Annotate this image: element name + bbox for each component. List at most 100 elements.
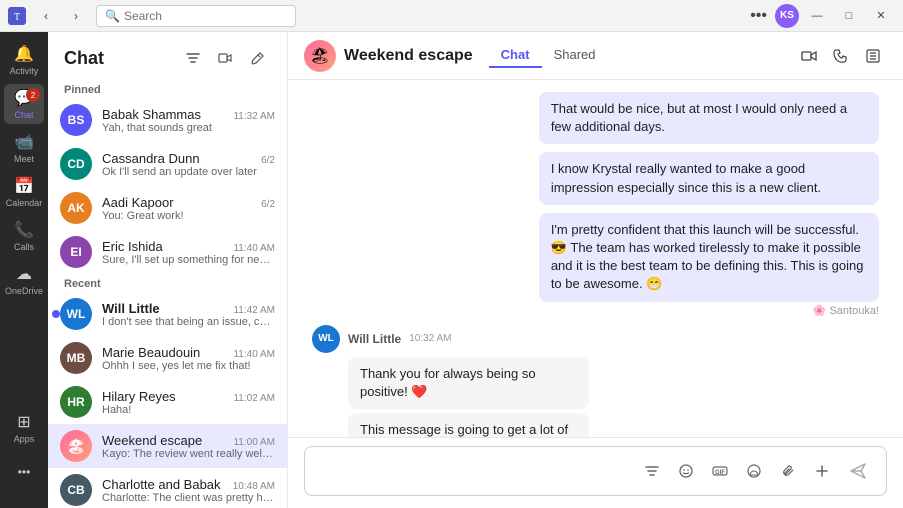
chat-name: Eric Ishida (102, 239, 163, 254)
sidebar-item-chat[interactable]: 2 💬 Chat (4, 84, 44, 124)
format-button[interactable] (638, 457, 666, 485)
chat-item-hilary[interactable]: HR Hilary Reyes 11:02 AM Haha! (48, 380, 287, 424)
chat-item-charlotte[interactable]: CB Charlotte and Babak 10:48 AM Charlott… (48, 468, 287, 508)
nav-back-button[interactable]: ‹ (32, 5, 60, 27)
chat-time: 11:42 AM (233, 305, 275, 316)
filter-icon (186, 51, 200, 65)
header-actions (179, 44, 271, 72)
chat-name: Will Little (102, 301, 160, 316)
phone-call-button[interactable] (827, 42, 855, 70)
sidebar-item-activity[interactable]: 🔔 Activity (4, 40, 44, 80)
chat-info: Hilary Reyes 11:02 AM Haha! (102, 389, 275, 416)
chat-time: 6/2 (261, 155, 275, 166)
apps-label: Apps (14, 434, 35, 444)
message-bubble: I'm pretty confident that this launch wi… (539, 213, 879, 302)
chat-info: Will Little 11:42 AM I don't see that be… (102, 301, 275, 328)
chat-preview: Kayo: The review went really well! Can't… (102, 448, 275, 460)
attach-button[interactable] (774, 457, 802, 485)
chat-item-marie[interactable]: MB Marie Beaudouin 11:40 AM Ohhh I see, … (48, 336, 287, 380)
ellipsis-menu[interactable]: ••• (746, 5, 771, 27)
chat-name: Marie Beaudouin (102, 345, 200, 360)
chat-preview: I don't see that being an issue, can tak… (102, 316, 275, 328)
message-group-sent: That would be nice, but at most I would … (312, 92, 879, 144)
sidebar-item-onedrive[interactable]: ☁ OneDrive (4, 260, 44, 300)
gif-button[interactable]: GIF (706, 457, 734, 485)
compose-button[interactable] (243, 44, 271, 72)
chat-item-cassandra[interactable]: CD Cassandra Dunn 6/2 Ok I'll send an up… (48, 142, 287, 186)
chat-list-header: Chat (48, 32, 287, 80)
sidebar-item-calendar[interactable]: 📅 Calendar (4, 172, 44, 212)
sidebar-item-calls[interactable]: 📞 Calls (4, 216, 44, 256)
chat-time: 11:40 AM (233, 349, 275, 360)
chat-item-weekend-escape[interactable]: 🏖 Weekend escape 11:00 AM Kayo: The revi… (48, 424, 287, 468)
maximize-button[interactable]: □ (835, 5, 863, 27)
title-bar: T ‹ › 🔍 ••• KS — □ ✕ (0, 0, 903, 32)
chat-item-aadi[interactable]: AK Aadi Kapoor 6/2 You: Great work! (48, 186, 287, 230)
title-bar-right: ••• KS — □ ✕ (746, 4, 895, 28)
message-bubble: Thank you for always being so positive! … (348, 357, 589, 409)
calendar-icon: 📅 (14, 176, 34, 196)
video-call-icon (801, 48, 817, 64)
chat-label: Chat (14, 110, 33, 120)
activity-icon: 🔔 (14, 44, 34, 64)
sidebar-item-apps[interactable]: ⊞ Apps (4, 408, 44, 448)
calendar-label: Calendar (6, 198, 43, 208)
sidebar-item-more[interactable]: ••• (4, 452, 44, 492)
chat-time: 10:48 AM (233, 481, 275, 492)
attach-icon (780, 463, 796, 479)
filter-button[interactable] (179, 44, 207, 72)
sidebar-item-meet[interactable]: 📹 Meet (4, 128, 44, 168)
avatar: HR (60, 386, 92, 418)
chat-area: 🏖 Weekend escape Chat Shared (288, 32, 903, 508)
compose-input[interactable] (317, 464, 630, 479)
nav-forward-button[interactable]: › (62, 5, 90, 27)
sender-signature: 🌸 Santouka! (813, 304, 879, 317)
chat-tabs: Chat Shared (489, 43, 608, 68)
chat-list-title: Chat (64, 48, 104, 69)
chat-list-panel: Chat Pinned BS Babak Shamma (48, 32, 288, 508)
chat-preview: Yah, that sounds great (102, 122, 275, 134)
more-compose-button[interactable] (808, 457, 836, 485)
sticker-button[interactable] (740, 457, 768, 485)
avatar: AK (60, 192, 92, 224)
video-new-button[interactable] (211, 44, 239, 72)
search-bar[interactable]: 🔍 (96, 5, 296, 27)
tab-chat[interactable]: Chat (489, 43, 542, 68)
search-input[interactable] (124, 9, 284, 23)
chat-time: 11:00 AM (233, 437, 275, 448)
activity-label: Activity (10, 66, 39, 76)
avatar: EI (60, 236, 92, 268)
chat-item-eric[interactable]: EI Eric Ishida 11:40 AM Sure, I'll set u… (48, 230, 287, 274)
compose-box[interactable]: GIF (304, 446, 887, 496)
chat-item-babak[interactable]: BS Babak Shammas 11:32 AM Yah, that soun… (48, 98, 287, 142)
chat-time: 11:40 AM (233, 243, 275, 254)
onedrive-icon: ☁ (16, 264, 32, 284)
message-bubble: I know Krystal really wanted to make a g… (539, 152, 879, 204)
video-call-button[interactable] (795, 42, 823, 70)
send-button[interactable] (842, 455, 874, 487)
messages-area: That would be nice, but at most I would … (288, 80, 903, 437)
chat-preview: Ok I'll send an update over later (102, 166, 275, 178)
chat-header-left: 🏖 Weekend escape Chat Shared (304, 40, 607, 72)
chat-name: Hilary Reyes (102, 389, 176, 404)
meet-icon: 📹 (14, 132, 34, 152)
emoji-button[interactable] (672, 457, 700, 485)
group-avatar: 🏖 (304, 40, 336, 72)
message-time: 10:32 AM (409, 333, 451, 344)
message-group-sent: I'm pretty confident that this launch wi… (312, 213, 879, 317)
tab-shared[interactable]: Shared (542, 43, 608, 68)
chat-name: Charlotte and Babak (102, 477, 221, 492)
user-avatar[interactable]: KS (775, 4, 799, 28)
minimize-button[interactable]: — (803, 5, 831, 27)
more-options-button[interactable] (859, 42, 887, 70)
main-layout: 🔔 Activity 2 💬 Chat 📹 Meet 📅 Calendar 📞 … (0, 32, 903, 508)
avatar: BS (60, 104, 92, 136)
left-nav: 🔔 Activity 2 💬 Chat 📹 Meet 📅 Calendar 📞 … (0, 32, 48, 508)
chat-info: Babak Shammas 11:32 AM Yah, that sounds … (102, 107, 275, 134)
chat-time: 11:02 AM (233, 393, 275, 404)
chat-name: Weekend escape (102, 433, 202, 448)
calls-icon: 📞 (14, 220, 34, 240)
chat-item-will[interactable]: WL Will Little 11:42 AM I don't see that… (48, 292, 287, 336)
teams-logo-icon: T (8, 7, 26, 25)
close-button[interactable]: ✕ (867, 5, 895, 27)
